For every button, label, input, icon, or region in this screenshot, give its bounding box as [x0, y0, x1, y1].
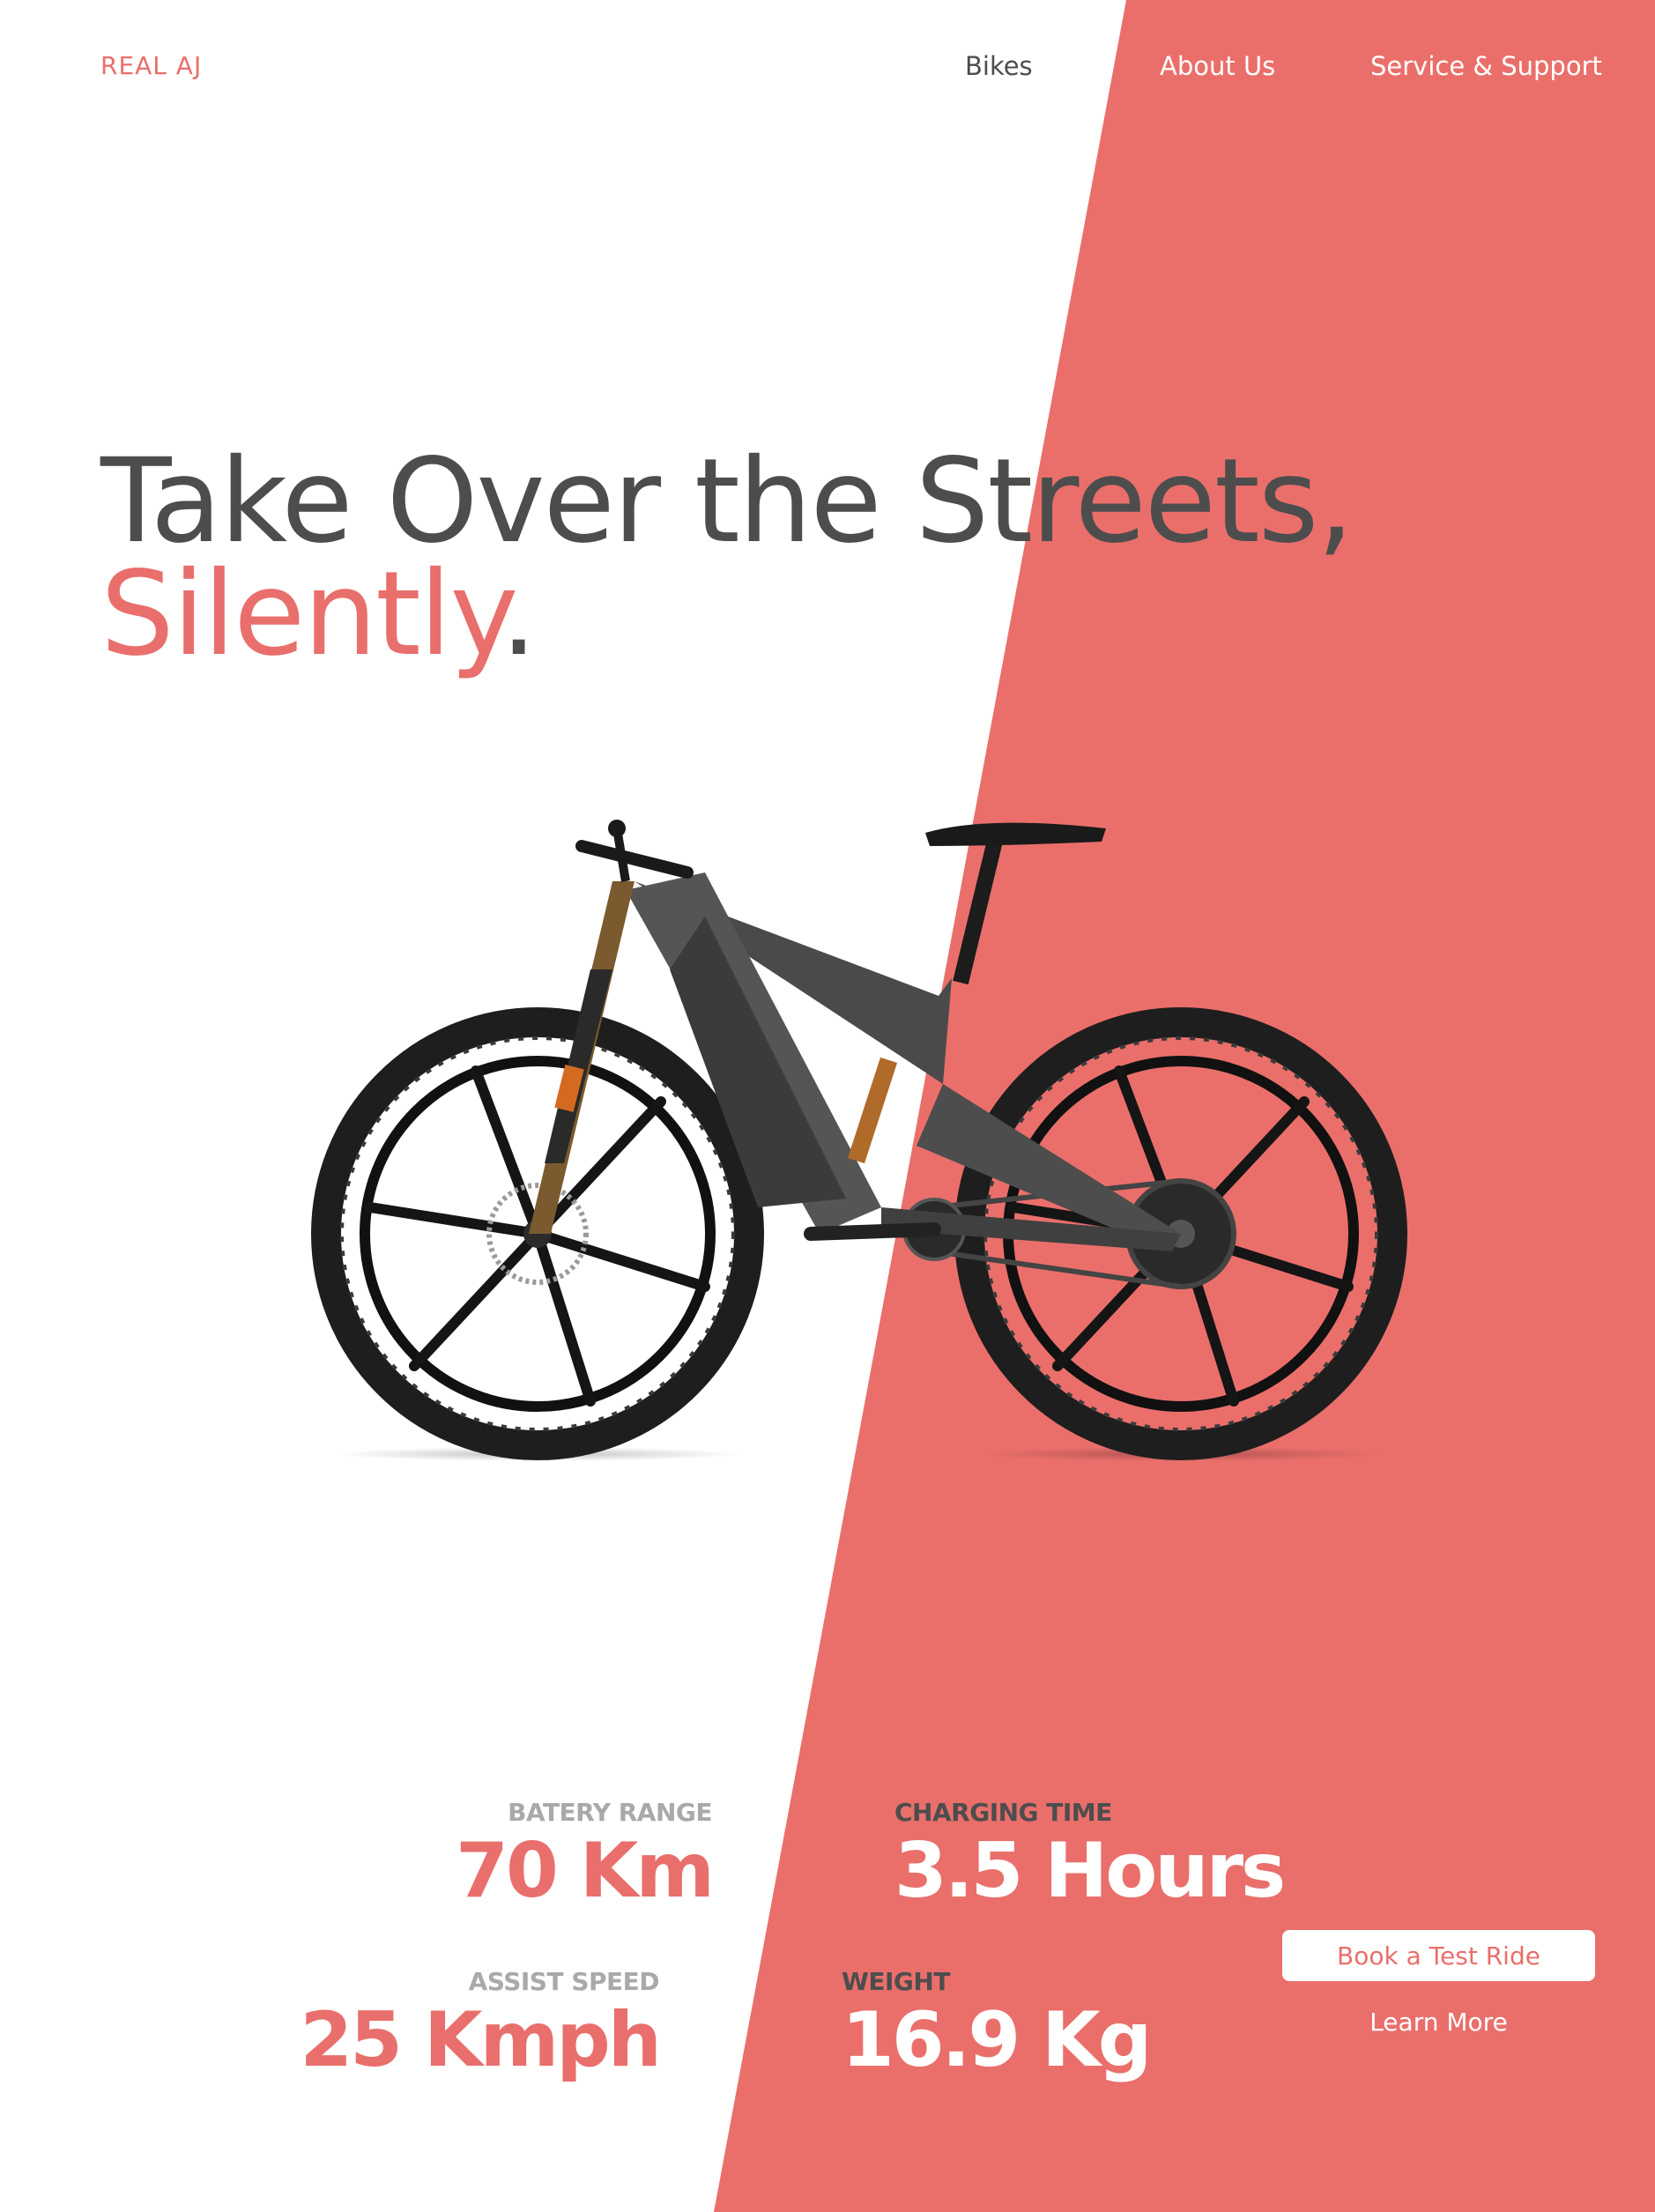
stat-value-battery-range: 70 Km [456, 1827, 715, 1915]
stat-battery-range: BATERY RANGE 70 Km [456, 1798, 715, 1915]
hero-headline: Take Over the Streets, Silently. [100, 434, 1354, 672]
learn-more-link[interactable]: Learn More [1282, 2008, 1595, 2037]
stat-weight: WEIGHT 16.9 Kg [842, 1967, 1152, 2084]
e-mountain-bike-image [311, 820, 1407, 1461]
nav-link-bikes[interactable]: Bikes [965, 51, 1033, 81]
headline-period: . [500, 546, 538, 682]
stat-value-charging-time: 3.5 Hours [894, 1827, 1286, 1915]
stat-label-weight: WEIGHT [842, 1967, 950, 1996]
stat-label-assist-speed: ASSIST SPEED [468, 1967, 660, 1996]
book-test-ride-button[interactable]: Book a Test Ride [1282, 1930, 1595, 1981]
stat-charging-time: CHARGING TIME 3.5 Hours [894, 1798, 1286, 1915]
nav-link-about-us[interactable]: About Us [1160, 51, 1275, 81]
stat-label-battery-range: BATERY RANGE [508, 1798, 712, 1827]
brand-logo[interactable]: REAL AJ [100, 51, 202, 80]
headline-line-1: Take Over the Streets, [100, 434, 1354, 569]
stat-value-assist-speed: 25 Kmph [300, 1996, 662, 2084]
nav-link-service-support[interactable]: Service & Support [1370, 51, 1602, 81]
headline-accent-word: Silently [100, 546, 502, 682]
stat-assist-speed: ASSIST SPEED 25 Kmph [300, 1967, 662, 2084]
stat-value-weight: 16.9 Kg [842, 1996, 1152, 2084]
stat-label-charging-time: CHARGING TIME [894, 1798, 1112, 1827]
